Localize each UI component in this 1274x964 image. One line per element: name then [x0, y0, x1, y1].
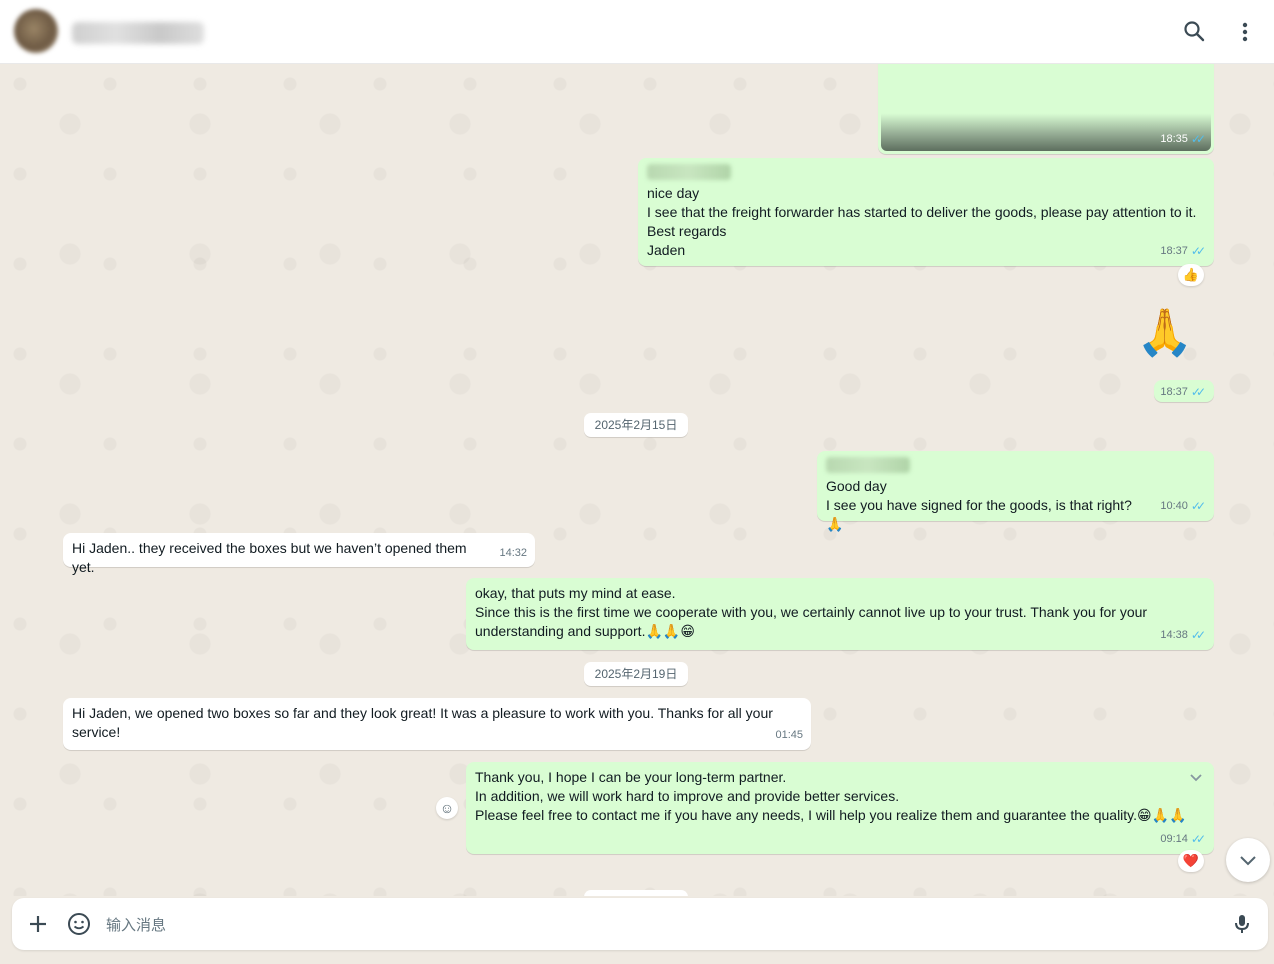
message-list[interactable]: 18:35 ✓✓ nice day I see that the freight…: [0, 64, 1274, 896]
message-bubble-out-media[interactable]: 18:35 ✓✓: [878, 64, 1214, 154]
message-line: Since this is the first time we cooperat…: [475, 604, 1148, 639]
chat-header: [0, 0, 1274, 64]
read-ticks-icon: ✓✓: [1190, 244, 1206, 258]
emoji-message-meta: 18:37 ✓✓: [1154, 380, 1214, 402]
message-time: 18:37: [1160, 386, 1188, 398]
sender-name-blurred: [647, 164, 731, 180]
chevron-down-icon: [1240, 856, 1256, 866]
search-icon[interactable]: [1181, 18, 1209, 46]
message-time: 09:14: [1160, 833, 1188, 845]
message-line: Jaden: [647, 242, 686, 258]
message-line: Hi Jaden.. they received the boxes but w…: [72, 540, 467, 575]
add-reaction-icon[interactable]: ☺: [436, 797, 458, 819]
emoji-message-folded-hands-icon[interactable]: 🙏: [1136, 302, 1193, 362]
date-divider: 2025年2月15日: [584, 413, 688, 437]
message-meta: 10:40 ✓✓: [1160, 497, 1206, 516]
message-line: Thank you, I hope I can be your long-ter…: [475, 769, 787, 785]
message-bubble-in[interactable]: Hi Jaden.. they received the boxes but w…: [63, 533, 535, 575]
message-line: okay, that puts my mind at ease.: [475, 585, 676, 601]
read-ticks-icon: ✓✓: [1190, 385, 1206, 399]
message-line: Hi Jaden, we opened two boxes so far and…: [72, 705, 773, 740]
message-line: Please feel free to contact me if you ha…: [475, 807, 1187, 823]
reaction-thumbs-up-icon[interactable]: 👍: [1178, 264, 1204, 286]
message-bubble-out[interactable]: okay, that puts my mind at ease. Since t…: [466, 578, 1214, 650]
reaction-heart-icon[interactable]: ❤️: [1178, 850, 1204, 872]
read-ticks-icon: ✓✓: [1190, 628, 1206, 642]
message-meta: 14:32: [499, 544, 527, 563]
microphone-icon[interactable]: [1230, 912, 1254, 936]
message-line: nice day: [647, 185, 700, 201]
message-time: 14:38: [1160, 629, 1188, 641]
scroll-to-bottom-button[interactable]: [1226, 838, 1270, 882]
contact-name-blurred[interactable]: [72, 22, 204, 44]
message-meta: 01:45: [775, 726, 803, 745]
sticker-icon[interactable]: [66, 911, 92, 937]
message-time: 01:45: [775, 729, 803, 741]
message-line: Good day: [826, 478, 887, 494]
message-time: 18:37: [1160, 245, 1188, 257]
message-composer: [12, 898, 1268, 950]
message-meta: 09:14 ✓✓: [1160, 830, 1206, 849]
message-line: I see that the freight forwarder has sta…: [647, 204, 1197, 220]
message-input[interactable]: [104, 910, 1208, 940]
date-divider-partial: [584, 890, 688, 896]
attach-plus-icon[interactable]: [26, 912, 50, 936]
chevron-down-icon[interactable]: [1188, 770, 1204, 786]
message-bubble-in[interactable]: Hi Jaden, we opened two boxes so far and…: [63, 698, 811, 750]
read-ticks-icon: ✓✓: [1190, 499, 1206, 513]
message-time: 18:35: [1160, 133, 1188, 145]
sender-name-blurred: [826, 457, 910, 473]
message-bubble-out[interactable]: nice day I see that the freight forwarde…: [638, 158, 1214, 266]
date-divider: 2025年2月19日: [584, 662, 688, 686]
message-line: I see you have signed for the goods, is …: [826, 497, 1132, 532]
contact-avatar[interactable]: [14, 9, 58, 53]
message-meta-inner: 18:37 ✓✓: [1160, 385, 1206, 399]
read-ticks-icon: ✓✓: [1190, 132, 1206, 146]
message-meta: 18:35 ✓✓: [1160, 130, 1206, 149]
more-vertical-icon[interactable]: [1231, 18, 1259, 46]
message-bubble-out[interactable]: Thank you, I hope I can be your long-ter…: [466, 762, 1214, 854]
message-bubble-out[interactable]: Good day I see you have signed for the g…: [817, 451, 1214, 532]
message-line: In addition, we will work hard to improv…: [475, 788, 900, 804]
message-line: Best regards: [647, 223, 727, 239]
message-time: 10:40: [1160, 500, 1188, 512]
message-time: 14:32: [499, 547, 527, 559]
message-meta: 18:37 ✓✓: [1160, 242, 1206, 261]
message-meta: 14:38 ✓✓: [1160, 626, 1206, 645]
read-ticks-icon: ✓✓: [1190, 832, 1206, 846]
